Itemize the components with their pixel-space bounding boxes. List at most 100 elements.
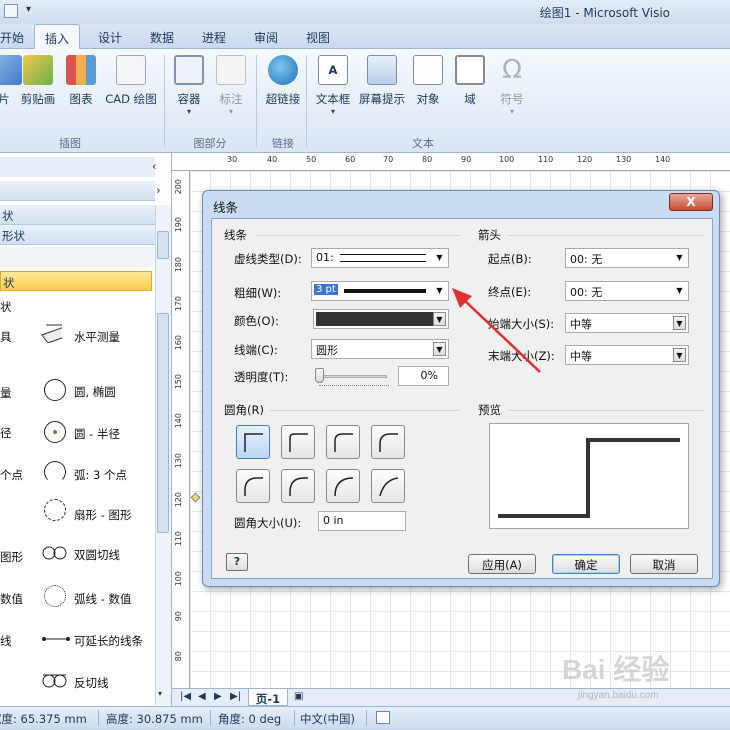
tab-design[interactable]: 设计	[98, 29, 122, 46]
status-divider	[366, 710, 367, 726]
corner-style-1[interactable]	[281, 425, 315, 459]
corner-style-2[interactable]	[326, 425, 360, 459]
picture-button[interactable]: 片	[0, 55, 22, 107]
end-size-select[interactable]: 中等 ▼	[565, 345, 689, 365]
cad-drawing-button[interactable]: CAD 绘图	[100, 55, 162, 107]
ribbon-tabs: 开始 插入 设计 数据 进程 审阅 视图	[0, 24, 730, 50]
tab-review[interactable]: 审阅	[254, 29, 278, 46]
begin-select[interactable]: 00: 无 ▼	[565, 248, 689, 268]
shapes-panel: ‹ › 状 形状 状 状 ▾ 具 水平测量 量 圆, 椭圆 径 圆 - 半径 个…	[0, 153, 172, 706]
textbox-button[interactable]: A 文本框 ▾	[312, 55, 354, 116]
shape-reverse-tangent[interactable]: 反切线	[42, 673, 109, 692]
apply-button[interactable]: 应用(A)	[468, 554, 536, 574]
object-button[interactable]: 对象	[412, 55, 444, 107]
stencil-header-selected[interactable]: 状	[0, 271, 152, 291]
corner-style-3[interactable]	[371, 425, 405, 459]
clipart-button[interactable]: 剪贴画	[18, 55, 58, 107]
tab-process[interactable]: 进程	[202, 29, 226, 46]
tab-data[interactable]: 数据	[150, 29, 174, 46]
screentip-button[interactable]: 屏幕提示	[356, 55, 408, 107]
corner-style-0[interactable]	[236, 425, 270, 459]
first-page-icon[interactable]: |◀	[180, 691, 191, 702]
stencil-header-2[interactable]: 形状	[0, 225, 155, 245]
corner-round-3-icon	[379, 433, 398, 452]
transparency-slider-ticks	[319, 385, 389, 388]
ribbon: 片 剪贴画 图表 CAD 绘图 容器 ▾ 标注 ▾ 超链接 A 文本框 ▾ 屏幕提示 对…	[0, 49, 730, 153]
ruler-tick: 80	[174, 651, 183, 662]
circle-radius-icon	[44, 421, 66, 443]
symbol-button[interactable]: Ω 符号 ▾	[496, 55, 528, 116]
group-diagram-parts: 图部分	[193, 137, 227, 150]
shape-extendable-line[interactable]: 可延长的线条	[40, 633, 143, 648]
corner-style-6[interactable]	[326, 469, 360, 503]
transparency-slider-track[interactable]	[323, 375, 387, 378]
ruler-tick: 80	[422, 155, 433, 164]
hyperlink-button[interactable]: 超链接	[262, 55, 304, 107]
status-divider	[98, 710, 99, 726]
ruler-tick: 200	[174, 179, 183, 195]
chevron-down-icon: ▼	[436, 253, 443, 262]
help-button[interactable]: ?	[226, 553, 248, 571]
panel-more-shapes[interactable]: ›	[0, 181, 161, 201]
container-dropdown-icon: ▾	[186, 107, 191, 116]
shape-item[interactable]: 径	[0, 425, 12, 441]
stencil-header-1[interactable]: 状	[0, 205, 155, 225]
next-page-icon[interactable]: ▶	[214, 691, 222, 702]
shape-item[interactable]: 量	[0, 385, 12, 401]
ok-button[interactable]: 确定	[552, 554, 620, 574]
macro-record-icon[interactable]	[376, 711, 390, 724]
cap-select[interactable]: 圆形 ▼	[311, 339, 449, 359]
line-dialog: 线条 X 线条 虚线类型(D): 01: ▼ 粗细(W): 3 pt ▼ 颜色(…	[202, 190, 720, 587]
shape-item[interactable]: 数值	[0, 591, 23, 607]
weight-select[interactable]: 3 pt ▼	[311, 281, 449, 301]
page-tab-1[interactable]: 页-1	[248, 689, 288, 706]
chart-button[interactable]: 图表	[64, 55, 98, 107]
shape-item[interactable]: 图形	[0, 549, 23, 565]
callout-icon	[216, 55, 246, 85]
ruler-tick: 40	[267, 155, 278, 164]
transparency-slider-thumb[interactable]	[315, 368, 324, 383]
ruler-tick: 130	[616, 155, 632, 164]
cancel-button[interactable]: 取消	[630, 554, 698, 574]
shape-item[interactable]: 个点	[0, 467, 23, 483]
watermark-url: jingyan.baidu.com	[578, 690, 659, 701]
prev-page-icon[interactable]: ◀	[198, 691, 206, 702]
container-button[interactable]: 容器 ▾	[172, 55, 206, 116]
tab-view[interactable]: 视图	[306, 29, 330, 46]
corner-size-label: 圆角大小(U):	[234, 516, 302, 530]
chevron-right-icon[interactable]: ›	[156, 183, 161, 197]
transparency-input[interactable]: 0%	[398, 366, 449, 386]
chevron-left-icon[interactable]: ‹	[152, 159, 157, 173]
stencil-scroll-thumb[interactable]	[157, 231, 169, 259]
ruler-tick: 120	[174, 492, 183, 508]
ruler-tick: 130	[174, 453, 183, 469]
color-select[interactable]: ▼	[313, 309, 449, 329]
scroll-down-icon[interactable]: ▾	[158, 689, 162, 698]
begin-size-select[interactable]: 中等 ▼	[565, 313, 689, 333]
corner-style-4[interactable]	[236, 469, 270, 503]
callout-button[interactable]: 标注 ▾	[214, 55, 248, 116]
corner-style-5[interactable]	[281, 469, 315, 503]
status-language[interactable]: 中文(中国)	[300, 711, 355, 727]
weight-label: 粗细(W):	[234, 286, 282, 300]
dash-type-label: 虚线类型(D):	[234, 252, 302, 266]
insert-page-icon[interactable]: ▣	[294, 691, 303, 702]
shapes-scroll-thumb[interactable]	[157, 313, 169, 533]
dash-type-select[interactable]: 01: ▼	[311, 248, 449, 268]
last-page-icon[interactable]: ▶|	[230, 691, 241, 702]
end-select[interactable]: 00: 无 ▼	[565, 281, 689, 301]
section-divider	[256, 235, 460, 236]
ruler-tick: 30	[227, 155, 238, 164]
shape-item[interactable]: 线	[0, 633, 12, 649]
dash-preview-line	[340, 254, 426, 262]
corner-size-input[interactable]: 0 in	[318, 511, 406, 531]
shape-double-circle-tangent[interactable]: 双圆切线	[42, 545, 120, 564]
field-button[interactable]: 域	[454, 55, 486, 107]
corner-style-7[interactable]	[371, 469, 405, 503]
tab-insert[interactable]: 插入	[34, 24, 81, 50]
ruler-tick: 180	[174, 257, 183, 273]
corner-round-5-icon	[289, 477, 308, 496]
shape-item[interactable]: 具	[0, 329, 12, 345]
close-button[interactable]: X	[669, 193, 713, 211]
tab-home[interactable]: 开始	[0, 29, 24, 46]
